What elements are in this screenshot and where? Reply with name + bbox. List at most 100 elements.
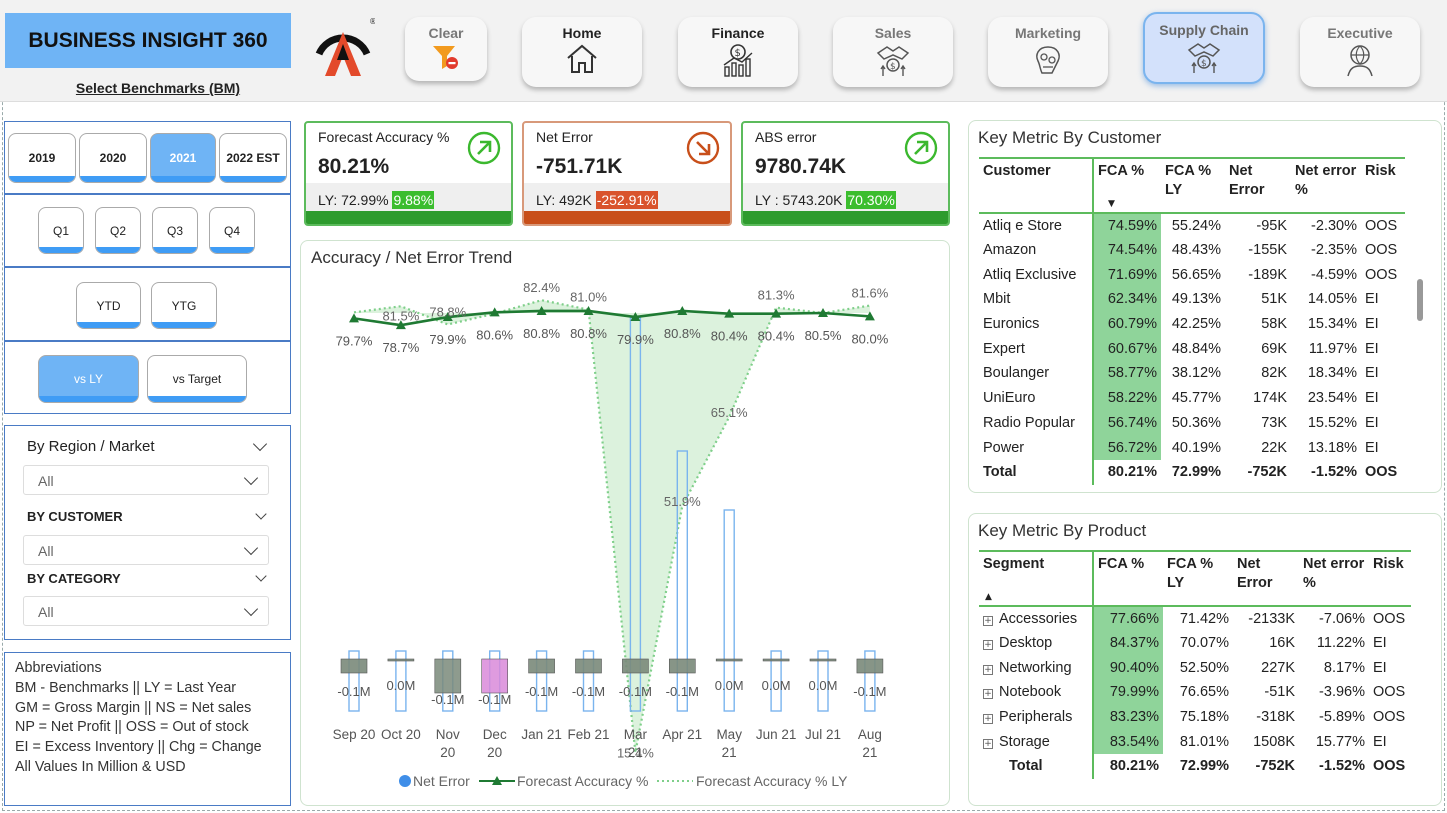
table-cell: 15.52% (1307, 414, 1357, 431)
net-error-bar (715, 658, 743, 662)
table-total-row[interactable]: Total 80.21% 72.99% -752K -1.52% OOS (979, 459, 1405, 485)
table-row[interactable]: + Storage 83.54% 81.01% 1508K 15.77% EI (979, 729, 1411, 755)
table-cell: EI (1365, 316, 1379, 333)
expand-icon[interactable]: + (983, 738, 993, 749)
q4-button[interactable]: Q4 (209, 207, 255, 254)
table-cell: Boulanger (983, 365, 1050, 382)
fa-label: 80.8% (570, 326, 607, 341)
ly-label: 78.8% (429, 304, 466, 319)
table-cell: 55.24% (1171, 217, 1221, 234)
table-cell: EI (1373, 635, 1387, 652)
expand-icon[interactable]: + (983, 689, 993, 700)
legend-net-error-marker (399, 775, 411, 787)
table-cell: 15.34% (1307, 316, 1357, 333)
nav-sales-button[interactable]: Sales $ (833, 17, 953, 87)
table-cell: 11.22% (1316, 635, 1365, 652)
quarter-slicer: Q1 Q2 Q3 Q4 (4, 194, 291, 267)
region-collapse-icon[interactable] (252, 436, 268, 452)
x-tick-label: Jul 21 (805, 727, 841, 742)
scrollbar[interactable] (1417, 279, 1423, 321)
col-header[interactable]: Risk (1361, 158, 1405, 213)
ytd-button[interactable]: YTD (76, 282, 141, 329)
table-row[interactable]: Atliq e Store 74.59% 55.24% -95K -2.30% OOS (979, 213, 1405, 238)
table-cell: 58.22% (1092, 385, 1161, 411)
expand-icon[interactable]: + (983, 615, 993, 626)
table-row[interactable]: Boulanger 58.77% 38.12% 82K 18.34% EI (979, 361, 1405, 386)
table-cell: 90.40% (1092, 655, 1163, 681)
col-header[interactable]: FCA % LY (1163, 551, 1233, 606)
net-error-label: -0.1M (666, 684, 699, 699)
q2-button[interactable]: Q2 (95, 207, 141, 254)
svg-text:®: ® (369, 17, 375, 26)
region-dropdown[interactable]: All (23, 465, 269, 495)
table-row[interactable]: + Peripherals 83.23% 75.18% -318K -5.89% OOS (979, 704, 1411, 730)
table-cell: 56.72% (1092, 435, 1161, 460)
expand-icon[interactable]: + (983, 714, 993, 725)
table-row[interactable]: + Desktop 84.37% 70.07% 16K 11.22% EI (979, 630, 1411, 656)
table-row[interactable]: Radio Popular 56.74% 50.36% 73K 15.52% EI (979, 410, 1405, 436)
ytg-button[interactable]: YTG (151, 282, 217, 329)
col-header[interactable]: FCA % LY (1161, 158, 1225, 213)
nav-executive-button[interactable]: Executive (1300, 17, 1420, 87)
vs-target-button[interactable]: vs Target (147, 355, 247, 403)
table-row[interactable]: Mbit 62.34% 49.13% 51K 14.05% EI (979, 287, 1405, 312)
col-header[interactable]: Net Error (1225, 158, 1291, 213)
table-cell: 71.69% (1092, 262, 1161, 288)
nav-marketing-button[interactable]: Marketing (988, 17, 1108, 87)
trend-up-icon (904, 131, 938, 165)
expand-icon[interactable]: + (983, 664, 993, 675)
legend-net-error-label: Net Error (413, 773, 470, 789)
category-collapse-icon[interactable] (255, 570, 267, 582)
nav-finance-button[interactable]: Finance $ (678, 17, 798, 87)
table-cell: 75.18% (1179, 709, 1229, 726)
table-row[interactable]: Atliq Exclusive 71.69% 56.65% -189K -4.59% OO… (979, 262, 1405, 288)
nav-home-button[interactable]: Home (522, 17, 642, 87)
table-row[interactable]: Expert 60.67% 48.84% 69K 11.97% EI (979, 336, 1405, 362)
net-error-bar (575, 658, 602, 674)
table-row[interactable]: Power 56.72% 40.19% 22K 13.18% EI (979, 435, 1405, 460)
table-cell: 1508K (1253, 733, 1295, 750)
col-header[interactable]: Net Error (1233, 551, 1299, 606)
col-header-sorted[interactable]: FCA % ▼ (1092, 158, 1161, 213)
customer-collapse-icon[interactable] (255, 508, 267, 520)
nav-supply-chain-button[interactable]: Supply Chain $ (1143, 12, 1265, 84)
fa-label: 78.7% (382, 340, 419, 355)
table-row[interactable]: Amazon 74.54% 48.43% -155K -2.35% OOS (979, 237, 1405, 263)
abbr-line: All Values In Million & USD (15, 758, 186, 775)
year-2020-button[interactable]: 2020 (79, 133, 147, 183)
col-header[interactable]: Customer (979, 158, 1093, 213)
year-2021-button[interactable]: 2021 (150, 133, 216, 183)
table-cell: -7.06% (1319, 610, 1365, 627)
table-cell: Mbit (983, 291, 1011, 308)
table-cell: -155K (1248, 242, 1287, 259)
table-row[interactable]: + Notebook 79.99% 76.65% -51K -3.96% OOS (979, 680, 1411, 705)
kpi-abs-error: ABS error 9780.74K LY : 5743.20K 70.30% (741, 121, 950, 226)
table-row[interactable]: Euronics 60.79% 42.25% 58K 15.34% EI (979, 311, 1405, 337)
customer-table-title: Key Metric By Customer (978, 128, 1162, 147)
table-cell: 77.66% (1092, 606, 1163, 631)
col-header-sorted[interactable]: Segment ▲ (979, 551, 1093, 606)
table-row[interactable]: + Networking 90.40% 52.50% 227K 8.17% EI (979, 655, 1411, 681)
benchmark-label[interactable]: Select Benchmarks (BM) (5, 80, 311, 96)
period-slicer: YTD YTG (4, 267, 291, 341)
year-2022-est-button[interactable]: 2022 EST (219, 133, 287, 183)
expand-icon[interactable]: + (983, 640, 993, 651)
vs-ly-button[interactable]: vs LY (38, 355, 139, 403)
q1-button[interactable]: Q1 (38, 207, 84, 254)
col-header[interactable]: FCA % (1092, 551, 1163, 606)
table-total-row[interactable]: Total 80.21% 72.99% -752K -1.52% OOS (979, 754, 1411, 779)
col-header[interactable]: Risk (1369, 551, 1411, 606)
table-row[interactable]: + Accessories 77.66% 71.42% -2133K -7.06% OOS (979, 606, 1411, 631)
marketing-icon (1036, 46, 1060, 74)
chevron-down-icon (243, 540, 259, 556)
table-cell: 52.50% (1179, 659, 1229, 676)
customer-dropdown[interactable]: All (23, 535, 269, 565)
col-header[interactable]: Net error % (1299, 551, 1369, 606)
category-dropdown[interactable]: All (23, 596, 269, 626)
clear-button[interactable]: Clear (405, 17, 487, 81)
table-row[interactable]: UniEuro 58.22% 45.77% 174K 23.54% EI (979, 385, 1405, 411)
q3-button[interactable]: Q3 (152, 207, 198, 254)
col-header[interactable]: Net error % (1291, 158, 1361, 213)
year-2019-button[interactable]: 2019 (8, 133, 76, 183)
chevron-down-icon (243, 470, 259, 486)
